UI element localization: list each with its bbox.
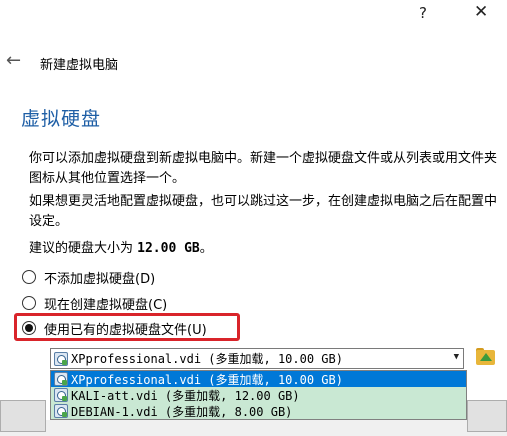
- hard-disk-icon: [54, 351, 68, 366]
- choose-disk-folder-icon[interactable]: [475, 347, 497, 367]
- dropdown-item[interactable]: DEBIAN-1.vdi (多重加载, 8.00 GB): [51, 403, 466, 419]
- recommended-size-text: 建议的硬盘大小为 12.00 GB。: [29, 237, 213, 256]
- combobox-value: XPprofessional.vdi (多重加载, 10.00 GB): [71, 352, 343, 366]
- dropdown-item-label: DEBIAN-1.vdi (多重加载, 8.00 GB): [71, 404, 293, 419]
- radio-no-disk-label: 不添加虚拟硬盘(D): [44, 271, 156, 287]
- footer-button-left[interactable]: [0, 400, 46, 432]
- back-arrow-icon[interactable]: ←: [6, 50, 21, 71]
- annotation-highlight-box: [14, 313, 240, 341]
- radio-button-icon[interactable]: [22, 296, 36, 310]
- radio-create-disk[interactable]: 现在创建虚拟硬盘(C): [22, 293, 167, 313]
- recommend-value: 12.00 GB: [137, 241, 200, 256]
- disk-file-combobox[interactable]: XPprofessional.vdi (多重加载, 10.00 GB) ▼: [50, 348, 464, 369]
- hint-paragraph: 如果想更灵活地配置虚拟硬盘，也可以跳过这一步，在创建虚拟电脑之后在配置中设定。: [29, 194, 498, 229]
- disk-dropdown-list: XPprofessional.vdi (多重加载, 10.00 GB) KALI…: [50, 370, 467, 420]
- wizard-title: 新建虚拟电脑: [40, 58, 119, 73]
- dropdown-item[interactable]: KALI-att.vdi (多重加载, 12.00 GB): [51, 387, 466, 403]
- close-button[interactable]: ✕: [474, 2, 488, 22]
- hard-disk-icon: [54, 404, 68, 418]
- up-arrow: [480, 353, 492, 361]
- hard-disk-icon: [54, 372, 68, 386]
- dropdown-item[interactable]: XPprofessional.vdi (多重加载, 10.00 GB): [51, 371, 466, 387]
- footer-button-right[interactable]: [467, 400, 507, 432]
- dropdown-item-label: KALI-att.vdi (多重加载, 12.00 GB): [71, 388, 300, 403]
- hard-disk-icon: [54, 388, 68, 402]
- page-heading: 虚拟硬盘: [21, 108, 102, 130]
- chevron-down-icon[interactable]: ▼: [454, 352, 459, 362]
- recommend-suffix: 。: [199, 241, 213, 256]
- button-bar: [0, 420, 507, 436]
- radio-create-disk-label: 现在创建虚拟硬盘(C): [44, 297, 168, 313]
- dropdown-item-label: XPprofessional.vdi (多重加载, 10.00 GB): [71, 372, 343, 387]
- help-button[interactable]: ?: [419, 4, 427, 22]
- radio-button-icon[interactable]: [22, 270, 36, 284]
- radio-no-disk[interactable]: 不添加虚拟硬盘(D): [22, 267, 155, 287]
- recommend-prefix: 建议的硬盘大小为: [29, 241, 138, 256]
- description-paragraph: 你可以添加虚拟硬盘到新虚拟电脑中。新建一个虚拟硬盘文件或从列表或用文件夹图标从其…: [29, 151, 498, 186]
